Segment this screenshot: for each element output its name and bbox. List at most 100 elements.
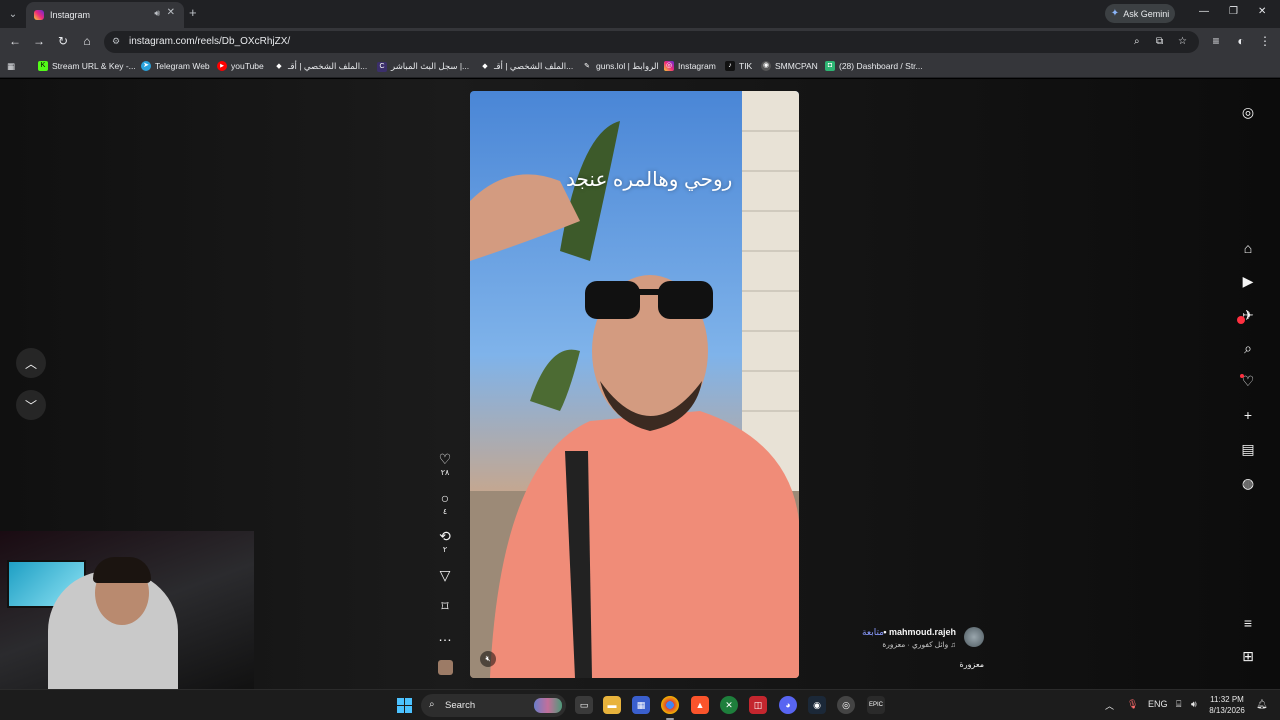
bookmark-item[interactable]: ◉ SMMCPAN xyxy=(761,61,818,71)
taskbar-search[interactable]: ⌕ Search xyxy=(421,694,566,717)
install-app-icon[interactable]: ⧉ xyxy=(1156,36,1163,47)
bookmark-item[interactable]: ◆ الملف الشخصي | أقـ... xyxy=(480,61,573,72)
brave-icon[interactable]: ▲ xyxy=(691,696,709,714)
discord-icon[interactable]: ◕ xyxy=(779,696,797,714)
tray-overflow-icon[interactable]: ︿ xyxy=(1105,699,1114,712)
instagram-icon: ◎ xyxy=(664,61,674,71)
volume-icon[interactable]: 🔊︎ xyxy=(1191,699,1197,710)
tab-search-button[interactable]: ⌄ xyxy=(4,5,22,23)
back-button[interactable]: ← xyxy=(7,34,23,48)
home-button[interactable]: ⌂ xyxy=(79,34,95,48)
close-tab-icon[interactable]: ✕ xyxy=(167,7,175,18)
file-explorer-icon[interactable]: ▬ xyxy=(603,696,621,714)
menu-icon[interactable]: ≡ xyxy=(1239,614,1257,632)
address-bar[interactable]: ⚙ instagram.com/reels/Db_OXcRhjZX/ ⌕ ⧉ ☆ xyxy=(104,31,1199,53)
windows-start-button[interactable] xyxy=(397,698,412,713)
comment-button[interactable]: ○ ٤ xyxy=(432,490,458,516)
reels-icon[interactable]: ▶ xyxy=(1239,272,1257,290)
bookmark-item[interactable]: ◆ الملف الشخصي | أقـ... xyxy=(274,61,367,72)
bookmark-item[interactable]: ✎ guns.lol | الروابط xyxy=(582,61,659,72)
bookmark-item[interactable]: ➤ Telegram Web xyxy=(141,61,210,71)
bookmark-item[interactable]: C سجل البث المباشر |... xyxy=(377,61,469,72)
search-highlight-art xyxy=(534,698,562,713)
bookmark-item[interactable]: ♪ TIK xyxy=(725,61,752,71)
epic-games-icon[interactable]: EPIC xyxy=(867,696,885,714)
bookmark-label: guns.lol | الروابط xyxy=(596,61,659,71)
bookmark-label: الملف الشخصي | أقـ... xyxy=(288,61,368,71)
instagram-favicon-icon xyxy=(34,10,44,20)
home-icon[interactable]: ⌂ xyxy=(1239,239,1257,257)
maximize-button[interactable]: ❐ xyxy=(1229,6,1238,17)
bookmark-item[interactable]: ◘ (28) Dashboard / Str... xyxy=(825,61,923,71)
task-view-icon[interactable]: ▭ xyxy=(575,696,593,714)
system-clock[interactable]: 11:32 PM 8/13/2026 xyxy=(1206,694,1248,716)
notification-bell-icon[interactable]: 🔔︎ xyxy=(1256,699,1267,710)
bookmark-item[interactable]: K Stream URL & Key -... xyxy=(38,61,136,71)
save-button[interactable]: ⌑ xyxy=(432,598,458,614)
instagram-logo-icon[interactable]: ◎ xyxy=(1239,103,1257,121)
minimize-button[interactable]: — xyxy=(1199,6,1209,17)
profile-avatar[interactable]: ◐ xyxy=(1233,34,1249,48)
tiktok-icon: ♪ xyxy=(725,61,735,71)
microsoft-store-icon[interactable]: ▦ xyxy=(632,696,650,714)
repost-count: ٢ xyxy=(442,545,448,554)
next-reel-button[interactable]: ﹀ xyxy=(16,390,46,420)
streamer-webcam xyxy=(0,531,254,689)
media-controls-icon[interactable]: ≡ xyxy=(1208,34,1224,48)
audio-track-link[interactable]: وائل كفوري · معزورة ♫ xyxy=(882,640,956,649)
bookmark-label: SMMCPAN xyxy=(775,61,818,71)
diamond-icon: ◆ xyxy=(482,62,488,70)
comment-icon: ○ xyxy=(440,490,450,506)
speaker-icon[interactable]: 🔊︎ xyxy=(154,8,160,19)
capture-app-icon[interactable]: ◫ xyxy=(749,696,767,714)
bookmark-item[interactable]: ◎ Instagram xyxy=(664,61,716,71)
apps-grid-icon[interactable]: ▦ xyxy=(7,61,15,72)
also-from-meta-icon[interactable]: ⊞ xyxy=(1239,647,1257,665)
mute-button[interactable]: 🔇︎ xyxy=(480,651,496,667)
comment-count: ٤ xyxy=(442,507,448,516)
search-icon[interactable]: ⌕ xyxy=(1239,339,1257,357)
ask-gemini-button[interactable]: ✦ Ask Gemini xyxy=(1105,4,1175,23)
music-note-icon: ♫ xyxy=(950,640,956,649)
audio-cover-icon xyxy=(437,660,453,675)
kebab-menu-icon[interactable]: ⋮ xyxy=(1257,34,1273,48)
separator-dot: • xyxy=(883,627,887,637)
previous-reel-button[interactable]: ︿ xyxy=(16,348,46,378)
xbox-icon[interactable]: ✕ xyxy=(720,696,738,714)
bookmark-label: الملف الشخصي | أقـ... xyxy=(494,61,574,71)
audio-thumbnail[interactable] xyxy=(432,660,458,680)
zoom-icon[interactable]: ⌕ xyxy=(1134,36,1140,47)
browser-toolbar: ← → ↻ ⌂ ⚙ instagram.com/reels/Db_OXcRhjZ… xyxy=(0,28,1280,56)
dashboard-icon: ◘ xyxy=(825,61,835,71)
language-indicator[interactable]: ENG xyxy=(1148,699,1168,709)
bookmark-star-icon[interactable]: ☆ xyxy=(1178,36,1187,47)
repost-button[interactable]: ⟲ ٢ xyxy=(432,528,458,554)
reel-video[interactable]: روحي وهالمره عنجد 🔇︎ xyxy=(470,91,799,678)
obs-icon[interactable]: ◎ xyxy=(837,696,855,714)
clock-time: 11:32 PM xyxy=(1210,695,1244,704)
search-icon: ⌕ xyxy=(429,699,435,710)
create-icon[interactable]: + xyxy=(1239,406,1257,424)
author-username[interactable]: • mahmoud.rajeh xyxy=(883,627,956,637)
reel-overlay-text: روحي وهالمره عنجد xyxy=(566,169,733,191)
bookmark-item[interactable]: ▶ youTube xyxy=(217,61,264,71)
reload-button[interactable]: ↻ xyxy=(55,34,71,48)
share-button[interactable]: ▽ xyxy=(432,567,458,583)
like-button[interactable]: ♡ ٢٨ xyxy=(432,451,458,477)
chrome-icon[interactable] xyxy=(661,696,679,714)
forward-button[interactable]: → xyxy=(31,34,47,48)
dashboard-icon[interactable]: ▤ xyxy=(1239,440,1257,458)
close-window-button[interactable]: ✕ xyxy=(1258,6,1266,17)
steam-icon[interactable]: ◉ xyxy=(808,696,826,714)
microphone-icon[interactable]: 🎙︎ xyxy=(1127,699,1138,710)
site-info-icon[interactable]: ⚙ xyxy=(112,36,120,47)
more-options-button[interactable]: … xyxy=(432,628,458,644)
new-tab-button[interactable]: + xyxy=(189,5,197,20)
bookmark-label: Stream URL & Key -... xyxy=(52,61,136,71)
follow-button[interactable]: متابعة xyxy=(862,627,884,638)
author-avatar[interactable] xyxy=(964,627,984,647)
tab-instagram[interactable]: Instagram 🔊︎ ✕ xyxy=(26,2,184,28)
url-text[interactable]: instagram.com/reels/Db_OXcRhjZX/ xyxy=(129,36,290,47)
network-icon[interactable]: ⌸ xyxy=(1176,699,1181,710)
profile-avatar[interactable]: ◍ xyxy=(1239,474,1257,492)
